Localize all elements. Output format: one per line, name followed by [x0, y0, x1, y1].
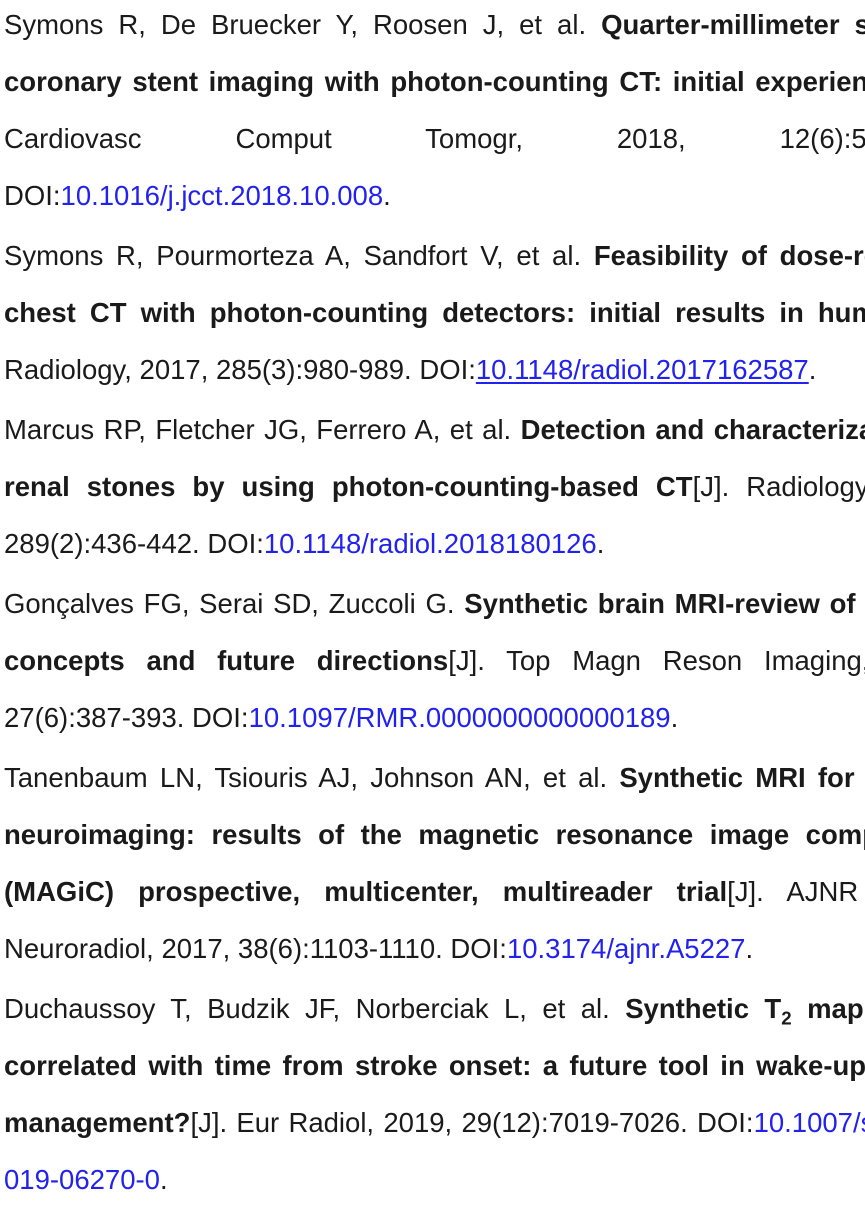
reference-authors: Marcus RP, Fletcher JG, Ferrero A, et al…: [4, 414, 521, 445]
reference-entry-1: Symons R, De Bruecker Y, Roosen J, et al…: [4, 0, 865, 224]
reference-entry-6: Duchaussoy T, Budzik JF, Norberciak L, e…: [4, 980, 865, 1208]
reference-doi-link[interactable]: 10.1148/radiol.2018180126: [264, 528, 597, 559]
reference-source: [J]. Eur Radiol, 2019, 29(12):7019-7026.…: [190, 1107, 754, 1138]
reference-authors: Duchaussoy T, Budzik JF, Norberciak L, e…: [4, 993, 626, 1024]
reference-doi-link[interactable]: 10.1016/j.jcct.2018.10.008: [61, 180, 384, 211]
reference-entry-5: Tanenbaum LN, Tsiouris AJ, Johnson AN, e…: [4, 749, 865, 977]
reference-trailing-period: .: [745, 933, 754, 964]
reference-doi-link[interactable]: 10.1097/RMR.0000000000000189: [249, 702, 671, 733]
reference-authors: Tanenbaum LN, Tsiouris AJ, Johnson AN, e…: [4, 762, 620, 793]
reference-title-subscript: 2: [781, 1007, 792, 1029]
reference-entry-2: Symons R, Pourmorteza A, Sandfort V, et …: [4, 227, 865, 398]
reference-doi-link[interactable]: 10.1148/radiol.2017162587: [476, 354, 809, 385]
reference-list: Symons R, De Bruecker Y, Roosen J, et al…: [0, 0, 865, 1208]
reference-entry-3: Marcus RP, Fletcher JG, Ferrero A, et al…: [4, 401, 865, 572]
reference-trailing-period: .: [596, 528, 605, 559]
reference-title-pre: Synthetic T: [625, 993, 782, 1024]
reference-doi-link[interactable]: 10.3174/ajnr.A5227: [507, 933, 746, 964]
reference-trailing-period: .: [670, 702, 679, 733]
reference-trailing-period: .: [383, 180, 391, 211]
reference-trailing-period: .: [159, 1164, 168, 1195]
reference-trailing-period: .: [808, 354, 817, 385]
reference-authors: Symons R, Pourmorteza A, Sandfort V, et …: [4, 240, 594, 271]
reference-authors: Gonçalves FG, Serai SD, Zuccoli G.: [4, 588, 465, 619]
reference-authors: Symons R, De Bruecker Y, Roosen J, et al…: [4, 9, 602, 40]
reference-entry-4: Gonçalves FG, Serai SD, Zuccoli G. Synth…: [4, 575, 865, 746]
